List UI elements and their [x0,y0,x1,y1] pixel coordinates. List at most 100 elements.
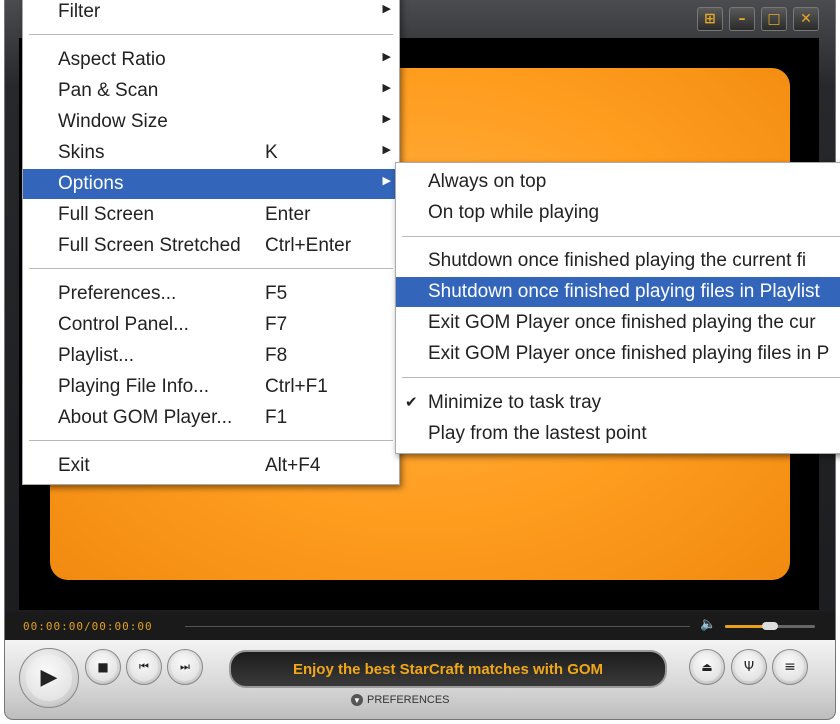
submenu-item-play-from-last[interactable]: Play from the lastest point [396,419,840,449]
menu-item-label: Playlist... [58,345,135,366]
next-icon: ⏭ [180,660,190,673]
submenu-arrow-icon: ▶ [382,2,391,15]
menu-separator [29,268,393,270]
play-button[interactable]: ▶ [19,648,79,708]
submenu-item-shutdown-playlist[interactable]: Shutdown once finished playing files in … [396,277,840,307]
submenu-item-shutdown-current[interactable]: Shutdown once finished playing the curre… [396,246,840,276]
menu-item-shortcut: F7 [265,314,288,335]
window-controls: ⊞ – □ ✕ [697,7,819,31]
menu-item-shortcut: F1 [265,407,288,428]
menu-item-about[interactable]: About GOM Player... F1 [23,403,399,433]
menu-item-options[interactable]: Options ▶ [23,169,399,199]
marquee-display: Enjoy the best StarCraft matches with GO… [229,650,667,688]
menu-item-label: About GOM Player... [58,407,233,428]
next-button[interactable]: ⏭ [167,649,203,685]
preferences-icon: ▼ [351,694,363,706]
submenu-arrow-icon: ▶ [382,50,391,63]
preferences-label: PREFERENCES [367,694,450,706]
submenu-item-label: Shutdown once finished playing files in … [428,281,820,302]
maximize-button[interactable]: □ [761,7,787,31]
volume-slider[interactable] [725,622,815,630]
submenu-item-label: Exit GOM Player once finished playing th… [428,312,816,333]
menu-item-label: Exit [58,455,90,476]
submenu-item-label: Minimize to task tray [428,392,602,413]
close-icon: ✕ [800,11,812,27]
playlist-button[interactable]: ≡ [772,649,808,685]
control-panel: ▶ ■ ⏮ ⏭ Enjoy the best StarCraft matches… [5,640,835,719]
menu-item-window-size[interactable]: Window Size ▶ [23,107,399,137]
menu-item-pan-scan[interactable]: Pan & Scan ▶ [23,76,399,106]
submenu-item-exit-current[interactable]: Exit GOM Player once finished playing th… [396,308,840,338]
menu-item-skins[interactable]: Skins K ▶ [23,138,399,168]
context-menu: Filter ▶ Aspect Ratio ▶ Pan & Scan ▶ Win… [22,0,400,485]
menu-item-shortcut: F5 [265,283,288,304]
menu-item-aspect-ratio[interactable]: Aspect Ratio ▶ [23,45,399,75]
open-file-button[interactable]: ⏏ [689,649,725,685]
equalizer-icon: Ψ [743,659,755,675]
submenu-item-on-top-while-playing[interactable]: On top while playing [396,198,840,228]
submenu-item-label: Play from the lastest point [428,423,647,444]
menu-item-shortcut: Alt+F4 [265,455,321,476]
volume-icon[interactable]: 🔈 [700,617,716,632]
submenu-item-always-on-top[interactable]: Always on top [396,167,840,197]
menu-separator [402,236,840,238]
menu-item-label: Full Screen Stretched [58,235,241,256]
fit-icon: ⊞ [704,11,716,27]
seek-bar: 00:00:00/00:00:00 🔈 [5,612,835,640]
menu-separator [29,34,393,36]
play-icon: ▶ [40,665,58,691]
menu-item-label: Filter [58,1,101,22]
menu-item-shortcut: F8 [265,345,288,366]
submenu-item-label: Always on top [428,171,547,192]
menu-item-control-panel[interactable]: Control Panel... F7 [23,310,399,340]
submenu-arrow-icon: ▶ [382,112,391,125]
menu-item-label: Preferences... [58,283,177,304]
menu-item-playlist[interactable]: Playlist... F8 [23,341,399,371]
stop-button[interactable]: ■ [85,649,121,685]
menu-item-filter[interactable]: Filter ▶ [23,0,399,27]
submenu-arrow-icon: ▶ [382,81,391,94]
menu-item-shortcut: K [265,142,278,163]
check-icon: ✔ [405,393,418,411]
menu-item-shortcut: Ctrl+Enter [265,235,352,256]
menu-item-shortcut: Enter [265,204,311,225]
submenu-arrow-icon: ▶ [382,143,391,156]
stop-icon: ■ [97,660,109,674]
submenu-item-minimize-to-tray[interactable]: ✔ Minimize to task tray [396,388,840,418]
menu-item-label: Full Screen [58,204,155,225]
menu-separator [402,377,840,379]
minimize-button[interactable]: – [729,7,755,31]
menu-item-label: Skins [58,142,105,163]
submenu-item-label: Exit GOM Player once finished playing fi… [428,343,830,364]
submenu-item-label: On top while playing [428,202,600,223]
preferences-link[interactable]: ▼ PREFERENCES [351,694,450,706]
menu-item-label: Pan & Scan [58,80,159,101]
fit-window-button[interactable]: ⊞ [697,7,723,31]
menu-item-preferences[interactable]: Preferences... F5 [23,279,399,309]
menu-item-label: Aspect Ratio [58,49,166,70]
menu-item-label: Options [58,173,124,194]
menu-separator [29,440,393,442]
close-button[interactable]: ✕ [793,7,819,31]
menu-item-label: Playing File Info... [58,376,210,397]
playlist-icon: ≡ [784,659,796,675]
maximize-icon: □ [767,11,781,27]
equalizer-button[interactable]: Ψ [731,649,767,685]
menu-item-label: Control Panel... [58,314,189,335]
seek-track[interactable] [185,626,690,627]
menu-item-label: Window Size [58,111,168,132]
eject-icon: ⏏ [701,660,713,674]
previous-button[interactable]: ⏮ [126,649,162,685]
marquee-text: Enjoy the best StarCraft matches with GO… [292,660,604,678]
menu-item-playing-file-info[interactable]: Playing File Info... Ctrl+F1 [23,372,399,402]
previous-icon: ⏮ [139,660,149,673]
minimize-icon: – [738,11,746,27]
submenu-arrow-icon: ▶ [382,174,391,187]
menu-item-full-screen[interactable]: Full Screen Enter [23,200,399,230]
timecode: 00:00:00/00:00:00 [23,620,153,633]
menu-item-full-screen-stretched[interactable]: Full Screen Stretched Ctrl+Enter [23,231,399,261]
submenu-item-exit-playlist[interactable]: Exit GOM Player once finished playing fi… [396,339,840,369]
volume-knob[interactable] [762,622,778,630]
submenu-item-label: Shutdown once finished playing the curre… [428,250,807,271]
menu-item-exit[interactable]: Exit Alt+F4 [23,451,399,481]
